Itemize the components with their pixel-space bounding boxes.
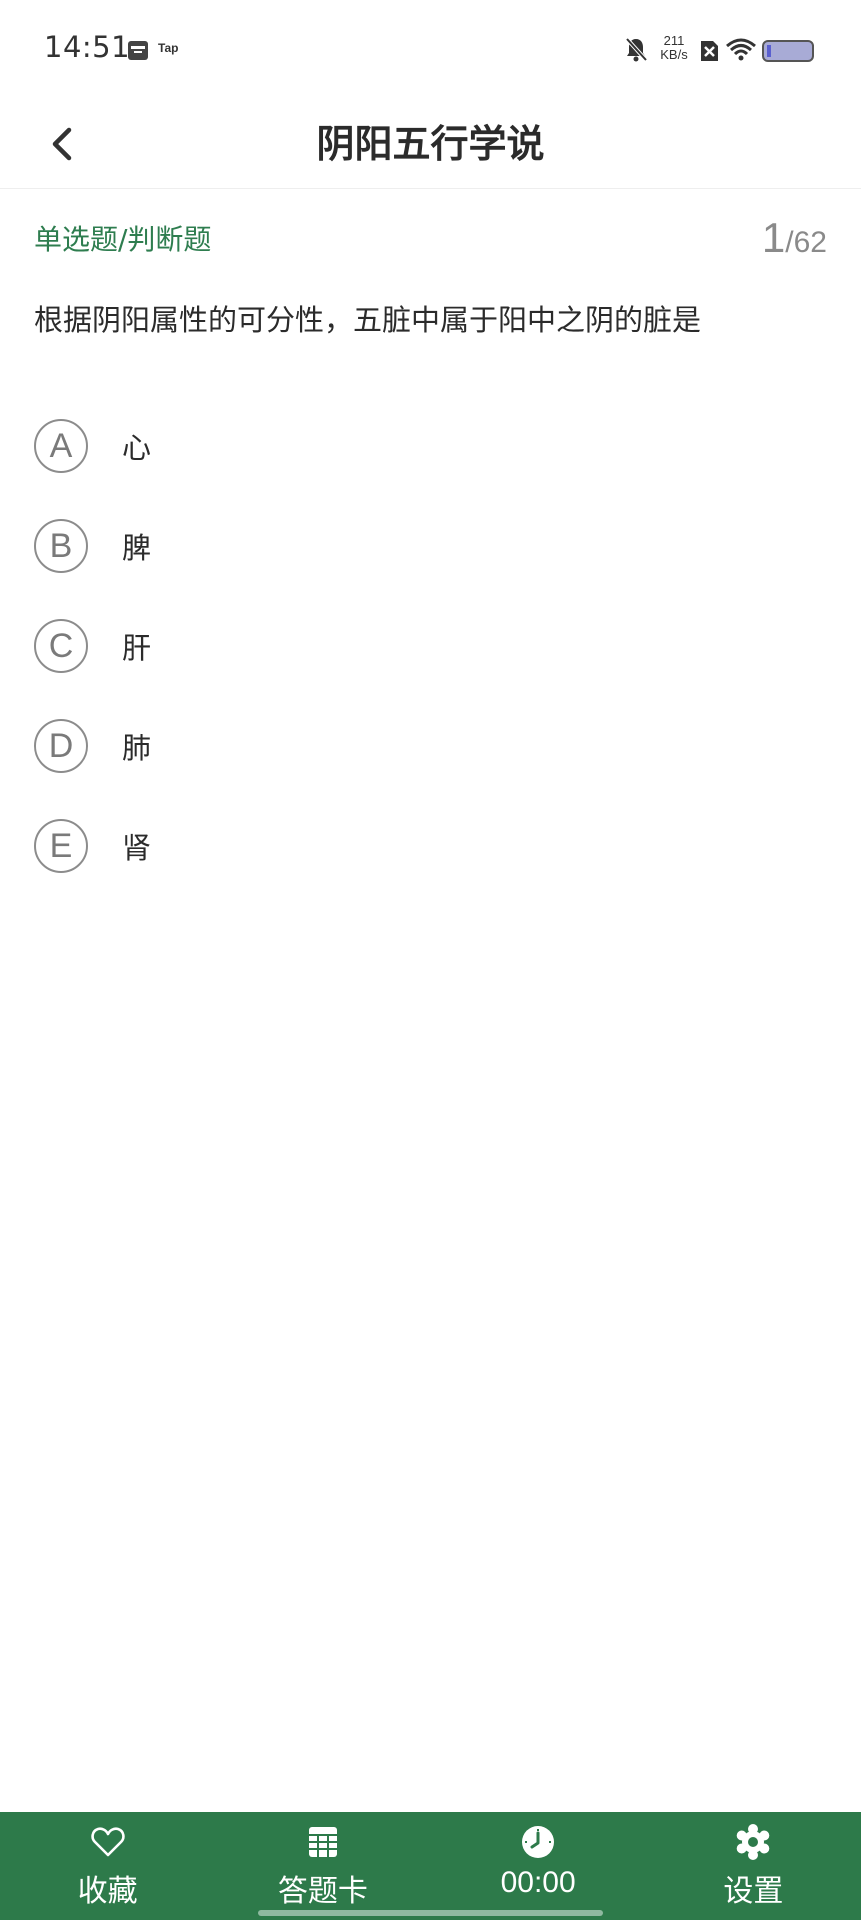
settings-label: 设置 (723, 1874, 784, 1909)
option-text: 肾 (122, 831, 152, 865)
option-c[interactable]: C 肝 (34, 596, 827, 696)
option-letter-badge: E (34, 819, 88, 873)
heart-icon (90, 1824, 126, 1860)
option-d[interactable]: D 肺 (34, 696, 827, 796)
options-list: A 心 B 脾 C 肝 D 肺 E 肾 (34, 396, 827, 896)
status-bar: 14:51 Tap 211 KB/s (0, 0, 861, 100)
mute-bell-icon (624, 36, 648, 68)
option-letter-badge: C (34, 619, 88, 673)
favorite-label: 收藏 (77, 1874, 138, 1909)
clock-icon (520, 1824, 556, 1860)
option-text: 心 (122, 431, 152, 465)
favorite-button[interactable]: 收藏 (0, 1812, 215, 1920)
option-letter-badge: A (34, 419, 88, 473)
chevron-left-icon (52, 127, 72, 161)
option-e[interactable]: E 肾 (34, 796, 827, 896)
question-text: 根据阴阳属性的可分性，五脏中属于阳中之阴的脏是 (34, 303, 702, 337)
bottom-toolbar: 收藏 答题卡 00:00 设置 (0, 1812, 861, 1920)
header: 阴阳五行学说 (0, 100, 861, 189)
answer-card-label: 答题卡 (277, 1874, 368, 1909)
wifi-icon (726, 38, 756, 66)
network-speed-value: 211 (663, 33, 685, 48)
grid-icon (305, 1824, 341, 1860)
status-time: 14:51 (44, 30, 131, 64)
option-b[interactable]: B 脾 (34, 496, 827, 596)
option-letter-badge: B (34, 519, 88, 573)
home-indicator[interactable] (258, 1910, 603, 1916)
tap-app-icon: Tap (158, 41, 179, 55)
option-a[interactable]: A 心 (34, 396, 827, 496)
calendar-app-icon (126, 38, 150, 62)
option-letter-badge: D (34, 719, 88, 773)
back-button[interactable] (34, 114, 90, 174)
option-text: 脾 (122, 531, 152, 565)
progress-total: /62 (785, 226, 827, 259)
battery-icon (762, 39, 816, 67)
settings-button[interactable]: 设置 (646, 1812, 861, 1920)
gear-icon (735, 1824, 771, 1860)
sim-disabled-icon (698, 39, 720, 67)
question-type-label: 单选题/判断题 (34, 223, 212, 256)
page-title: 阴阳五行学说 (316, 122, 545, 166)
option-text: 肺 (122, 731, 152, 765)
question-progress: 1/62 (762, 214, 827, 262)
network-speed-unit: KB/s (660, 47, 688, 62)
timer-button[interactable]: 00:00 (431, 1812, 646, 1920)
option-text: 肝 (122, 631, 152, 665)
answer-card-button[interactable]: 答题卡 (215, 1812, 430, 1920)
network-speed: 211 KB/s (656, 34, 692, 62)
timer-label: 00:00 (500, 1866, 576, 1899)
progress-current: 1 (761, 214, 786, 261)
